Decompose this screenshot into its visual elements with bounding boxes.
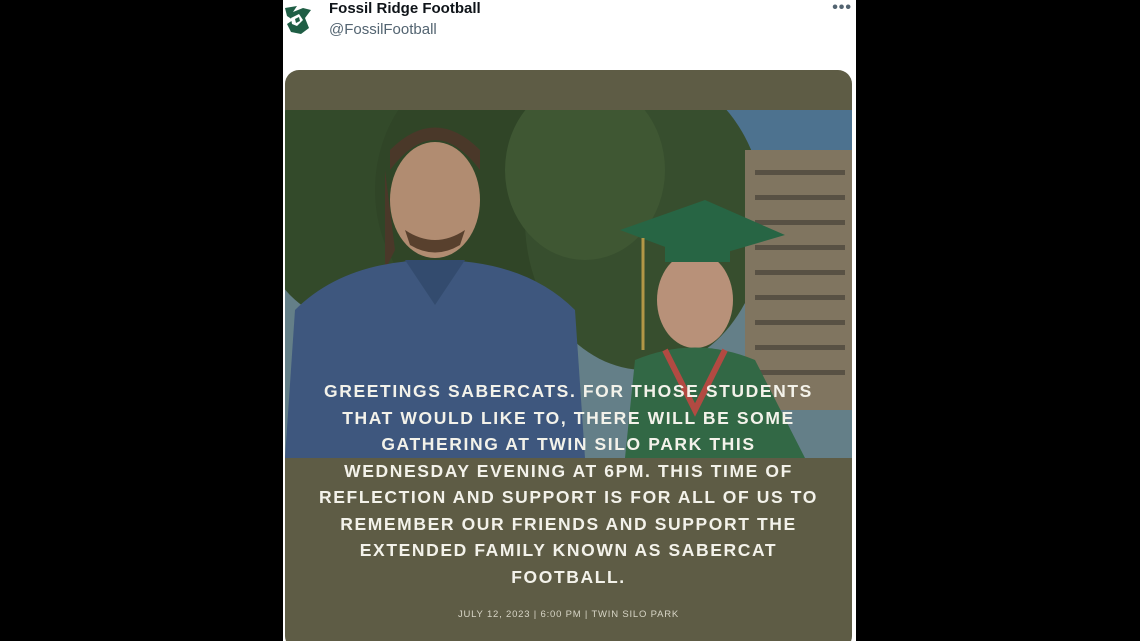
message-line: FOOTBALL. xyxy=(511,566,626,587)
message-line: THAT WOULD LIKE TO, THERE WILL BE SOME xyxy=(342,407,795,428)
message-line: EXTENDED FAMILY KNOWN AS SABERCAT xyxy=(359,540,778,560)
more-icon[interactable]: ••• xyxy=(832,0,852,17)
post-image[interactable]: GREETINGS SABERCATS. FOR THOSE STUDENTS … xyxy=(285,70,852,641)
user-handle[interactable]: @FossilFootball xyxy=(329,21,437,38)
sabercat-logo-icon[interactable] xyxy=(283,4,313,36)
announcement-text: GREETINGS SABERCATS. FOR THOSE STUDENTS … xyxy=(285,378,852,590)
message-line: GREETINGS SABERCATS. FOR THOSE STUDENTS xyxy=(324,381,813,401)
message-line: GATHERING AT TWIN SILO PARK THIS xyxy=(381,434,756,454)
message-line: REFLECTION AND SUPPORT IS FOR ALL OF US … xyxy=(319,487,818,507)
display-name[interactable]: Fossil Ridge Football xyxy=(329,0,481,17)
message-line: REMEMBER OUR FRIENDS AND SUPPORT THE xyxy=(340,513,797,534)
event-details: JULY 12, 2023 | 6:00 PM | TWIN SILO PARK xyxy=(457,609,680,620)
message-line: WEDNESDAY EVENING AT 6PM. THIS TIME OF xyxy=(344,460,793,481)
tweet-card[interactable]: Fossil Ridge Football @FossilFootball ••… xyxy=(283,0,856,641)
